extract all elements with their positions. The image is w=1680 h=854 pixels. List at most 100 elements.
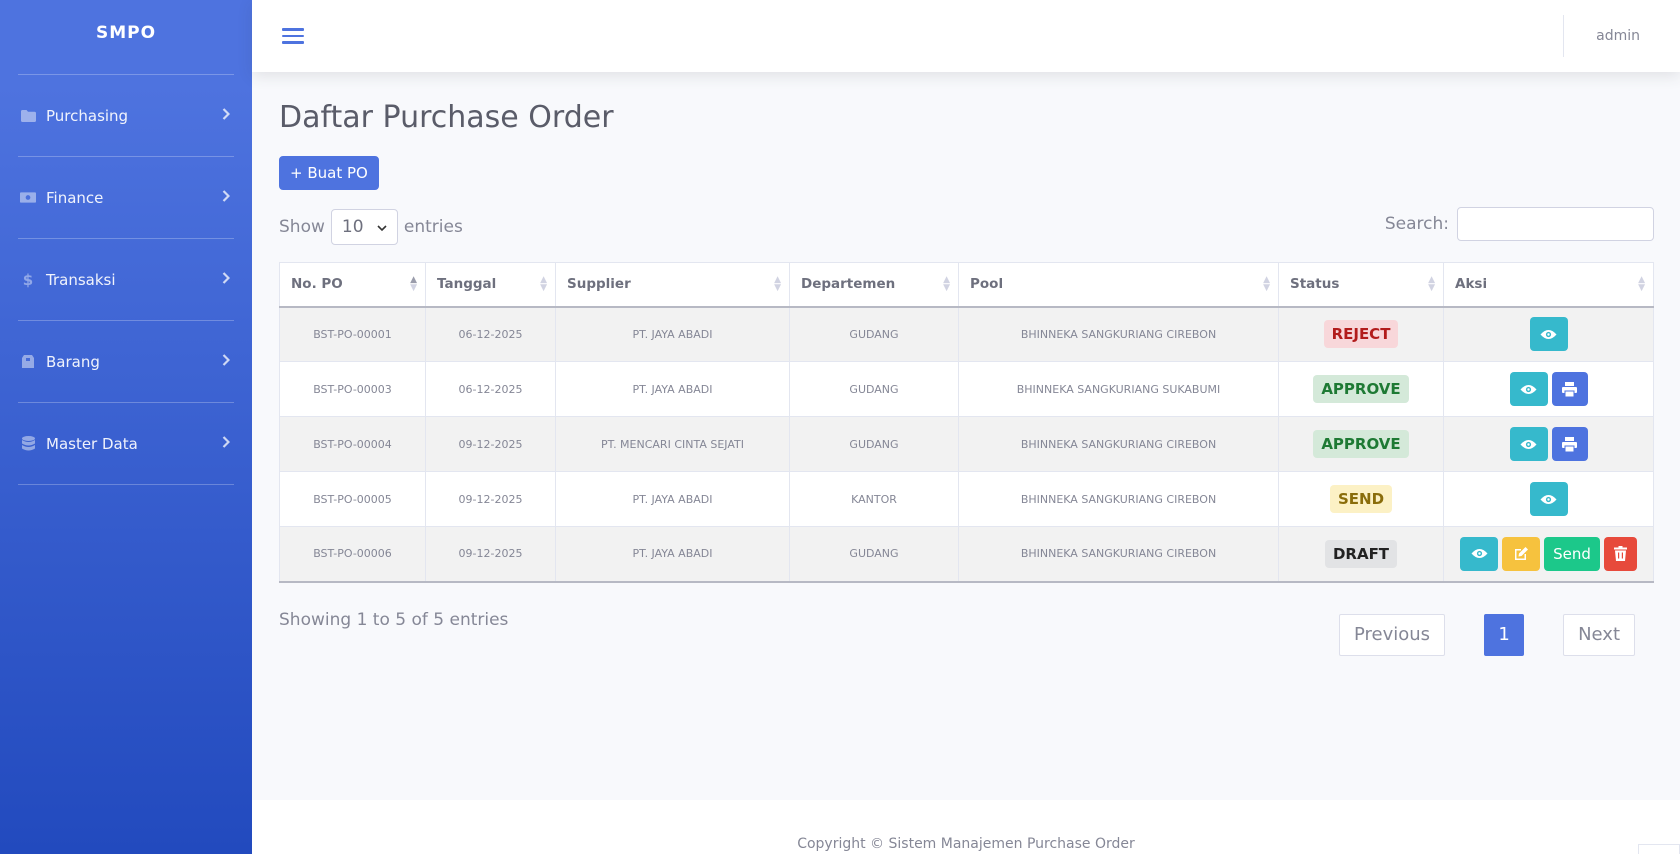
column-header-aksi[interactable]: Aksi ▲ ▼: [1443, 262, 1654, 308]
print-button[interactable]: [1551, 427, 1588, 461]
page-1-button[interactable]: 1: [1484, 613, 1525, 656]
cell-status: APPROVE: [1278, 416, 1444, 472]
cell-pool: BHINNEKA SANGKURIANG CIREBON: [958, 416, 1279, 472]
cell-supplier: PT. JAYA ABADI: [555, 471, 790, 527]
cell-departemen: KANTOR: [789, 471, 959, 527]
sidebar-item-label: Purchasing: [46, 106, 129, 125]
previous-page-button[interactable]: Previous: [1338, 613, 1446, 656]
cell-status: DRAFT: [1278, 526, 1444, 583]
cell-status: APPROVE: [1278, 361, 1444, 417]
view-button[interactable]: [1509, 372, 1548, 406]
search-control: Search:: [1385, 207, 1654, 241]
sort-icon: ▲ ▼: [1263, 275, 1270, 293]
cell-pool: BHINNEKA SANGKURIANG CIREBON: [958, 471, 1279, 527]
sidebar-item-master-data[interactable]: Master Data: [0, 403, 252, 485]
view-button[interactable]: [1460, 536, 1498, 571]
sort-icon: ▲ ▼: [1638, 275, 1645, 293]
cell-tanggal: 09-12-2025: [425, 526, 556, 583]
column-header-departemen[interactable]: Departemen ▲ ▼: [789, 262, 959, 308]
column-header-supplier[interactable]: Supplier ▲ ▼: [555, 262, 790, 308]
sort-icon: ▲ ▼: [943, 275, 950, 293]
table-row: BST-PO-00005 09-12-2025 PT. JAYA ABADI K…: [279, 471, 1654, 527]
cell-pool: BHINNEKA SANGKURIANG CIREBON: [958, 306, 1279, 362]
cell-status: SEND: [1278, 471, 1444, 527]
printer-icon: [1562, 436, 1577, 452]
print-button[interactable]: [1551, 372, 1588, 406]
column-header-status[interactable]: Status ▲ ▼: [1278, 262, 1444, 308]
send-button[interactable]: Send: [1544, 536, 1600, 571]
cell-aksi: [1443, 471, 1654, 527]
sidebar-divider: [18, 484, 234, 485]
show-label: Show: [279, 217, 325, 237]
sidebar-item-label: Transaksi: [46, 270, 116, 289]
sidebar-item-label: Barang: [46, 352, 100, 371]
sort-icon: ▲ ▼: [410, 275, 417, 293]
sidebar-item-finance[interactable]: Finance: [0, 157, 252, 239]
brand-title[interactable]: SMPO: [0, 0, 252, 66]
box-icon: [20, 354, 36, 370]
sidebar-item-transaksi[interactable]: $ Transaksi: [0, 239, 252, 321]
chevron-right-icon: [222, 189, 231, 206]
cell-status: REJECT: [1278, 306, 1444, 362]
cell-no-po: BST-PO-00003: [279, 361, 426, 417]
eye-icon: [1540, 494, 1557, 504]
table-info: Showing 1 to 5 of 5 entries: [279, 609, 509, 630]
footer: Copyright © Sistem Manajemen Purchase Or…: [252, 800, 1680, 854]
column-header-tanggal[interactable]: Tanggal ▲ ▼: [425, 262, 556, 308]
main-content: Daftar Purchase Order + Buat PO Show 10 …: [279, 72, 1654, 656]
user-menu[interactable]: admin: [1564, 28, 1680, 44]
edit-icon: [1515, 546, 1528, 560]
copyright-text: Copyright © Sistem Manajemen Purchase Or…: [797, 836, 1135, 852]
view-button[interactable]: [1529, 317, 1568, 352]
eye-icon: [1520, 384, 1537, 394]
edit-button[interactable]: [1502, 536, 1540, 571]
dollar-icon: $: [22, 270, 34, 289]
sort-icon: ▲ ▼: [774, 275, 781, 293]
entries-select[interactable]: 10: [330, 209, 398, 245]
cell-pool: BHINNEKA SANGKURIANG CIREBON: [958, 526, 1279, 583]
entries-label: entries: [403, 217, 463, 237]
cell-departemen: GUDANG: [789, 416, 959, 472]
cell-pool: BHINNEKA SANGKURIANG SUKABUMI: [958, 361, 1279, 417]
table-row: BST-PO-00003 06-12-2025 PT. JAYA ABADI G…: [279, 361, 1654, 417]
view-button[interactable]: [1509, 427, 1548, 461]
status-badge: APPROVE: [1313, 375, 1409, 403]
sidebar-item-barang[interactable]: Barang: [0, 321, 252, 403]
eye-icon: [1540, 329, 1557, 339]
eye-icon: [1471, 549, 1487, 559]
cell-supplier: PT. JAYA ABADI: [555, 306, 790, 362]
cell-no-po: BST-PO-00001: [279, 306, 426, 362]
menu-toggle-icon[interactable]: [282, 24, 304, 48]
table-row: BST-PO-00001 06-12-2025 PT. JAYA ABADI G…: [279, 306, 1654, 362]
cell-aksi: [1443, 361, 1654, 417]
cell-tanggal: 09-12-2025: [425, 416, 556, 472]
cell-aksi: Send: [1443, 526, 1654, 583]
status-badge: REJECT: [1323, 320, 1399, 349]
status-badge: DRAFT: [1324, 539, 1398, 568]
search-input[interactable]: [1457, 207, 1654, 241]
cell-supplier: PT. JAYA ABADI: [555, 526, 790, 583]
next-page-button[interactable]: Next: [1563, 613, 1635, 656]
folder-icon: [20, 108, 36, 124]
eye-icon: [1520, 439, 1537, 449]
delete-button[interactable]: [1604, 536, 1637, 571]
entries-select-value: 10: [341, 217, 364, 237]
cell-tanggal: 06-12-2025: [425, 306, 556, 362]
sidebar-item-purchasing[interactable]: Purchasing: [0, 75, 252, 157]
search-label: Search:: [1384, 214, 1449, 234]
cell-no-po: BST-PO-00006: [279, 526, 426, 583]
chevron-right-icon: [222, 353, 231, 370]
scroll-to-top-button[interactable]: [1638, 844, 1680, 854]
money-bill-icon: [20, 190, 36, 206]
chevron-right-icon: [222, 271, 231, 288]
cell-departemen: GUDANG: [789, 361, 959, 417]
view-button[interactable]: [1529, 482, 1568, 516]
entries-length-control: Show 10 entries: [279, 209, 463, 245]
table-row: BST-PO-00006 09-12-2025 PT. JAYA ABADI G…: [279, 526, 1654, 583]
column-header-pool[interactable]: Pool ▲ ▼: [958, 262, 1279, 308]
column-header-no-po[interactable]: No. PO ▲ ▼: [279, 262, 426, 308]
create-po-button[interactable]: + Buat PO: [279, 156, 379, 190]
chevron-right-icon: [222, 435, 231, 452]
sidebar-item-label: Finance: [46, 188, 104, 207]
topbar: admin: [252, 0, 1680, 72]
